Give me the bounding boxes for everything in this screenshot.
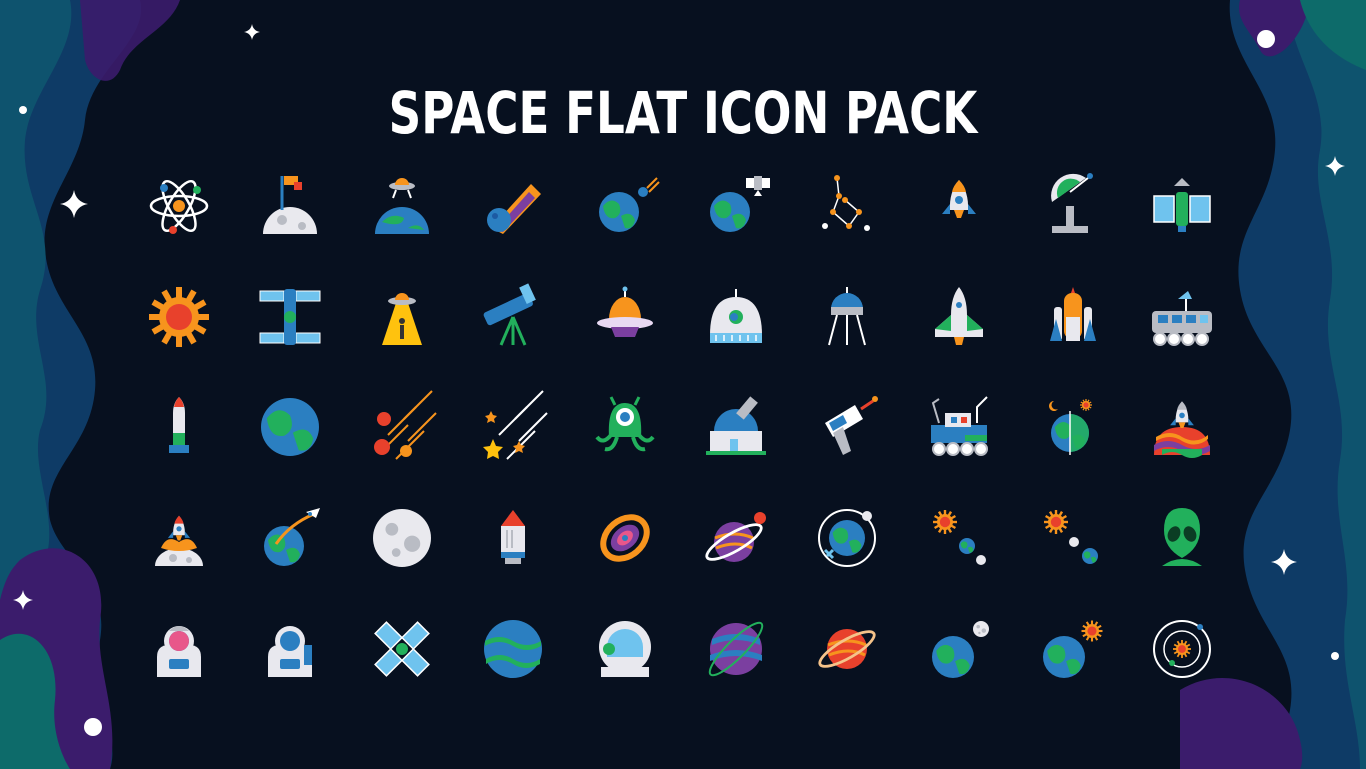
rocket-stage-icon — [501, 510, 525, 564]
planet-saturn-icon — [818, 629, 876, 669]
ufo-saucer-icon — [597, 286, 653, 337]
galaxy-icon — [600, 514, 650, 562]
solar-panel-satellite-icon — [374, 621, 430, 677]
ray-gun-icon — [825, 396, 878, 455]
planet-neptune-icon — [484, 620, 542, 678]
solar-system-icon — [1153, 620, 1211, 678]
telescope-icon — [483, 283, 536, 346]
comet-icon — [487, 184, 541, 234]
planet-jupiter-icon — [708, 621, 764, 677]
space-helmet-icon — [599, 621, 651, 677]
observatory-icon — [706, 396, 766, 455]
sun-moon-earth-icon — [1044, 510, 1098, 564]
icon-grid — [149, 173, 1212, 678]
alien-head-icon — [1162, 508, 1202, 566]
alien-monster-icon — [595, 396, 655, 452]
planet-earth-icon — [261, 398, 319, 456]
earth-sun-icon — [1043, 620, 1103, 678]
astronaut-helmet-icon — [268, 626, 312, 677]
missile-icon — [169, 397, 189, 453]
moon-flag-icon — [263, 176, 317, 234]
atom-icon — [149, 179, 209, 234]
mars-rover-icon — [931, 396, 988, 456]
satellite-module-icon — [259, 289, 321, 345]
rocket-icon — [942, 180, 976, 218]
space-shuttle-icon — [935, 287, 983, 345]
radio-telescope-icon — [1051, 173, 1093, 233]
astronaut-icon — [157, 626, 201, 677]
ufo-over-earth-icon — [375, 178, 429, 234]
shuttle-launch-icon — [1050, 287, 1096, 341]
ufo-abduction-icon — [382, 293, 422, 345]
earth-moon-icon — [932, 621, 989, 678]
space-station-icon — [1153, 178, 1211, 232]
earth-satellite-icon — [710, 176, 770, 232]
sun-earth-moon-icon — [933, 510, 986, 565]
rocket-launch-icon — [1154, 401, 1210, 458]
lunar-lander-icon — [828, 287, 866, 346]
stage: SPACE FLAT ICON PACK — [0, 0, 1366, 769]
full-moon-icon — [373, 509, 431, 567]
earth-meteor-icon — [599, 177, 660, 232]
sun-icon — [149, 287, 209, 347]
constellation-icon — [822, 175, 870, 231]
earth-orbit-icon — [818, 509, 876, 567]
ringed-planet-icon — [705, 512, 766, 562]
meteor-shower-icon — [374, 390, 437, 460]
lunar-rover-icon — [1152, 291, 1212, 346]
earth-rocket-icon — [264, 508, 320, 566]
day-night-earth-icon — [1049, 399, 1092, 455]
shooting-stars-icon — [483, 390, 548, 460]
space-capsule-icon — [710, 289, 762, 343]
moon-rocket-launch-icon — [155, 515, 203, 566]
